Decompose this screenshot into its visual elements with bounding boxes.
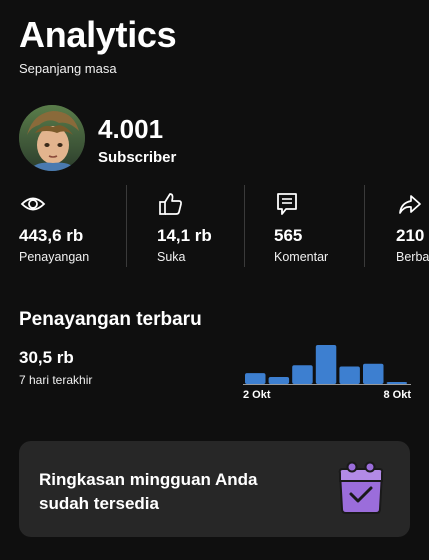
stats-row: 443,6 rb Penayangan 14,1 rb Suka 565 Kom… [0, 185, 429, 267]
subscriber-label: Subscriber [98, 149, 177, 166]
stat-divider [244, 185, 245, 267]
weekly-summary-card[interactable]: Ringkasan mingguan Anda sudah tersedia [19, 441, 410, 537]
subscriber-count: 4.001 [98, 114, 164, 144]
chart-bar [245, 373, 266, 384]
analytics-page: Analytics Sepanjang masa 4.001 Subscribe… [0, 0, 429, 560]
comment-icon [274, 191, 302, 217]
stat-comments[interactable]: 565 Komentar [255, 185, 373, 267]
stat-divider [364, 185, 365, 267]
stat-likes-label: Suka [157, 250, 186, 264]
recent-views-chart[interactable]: 2 Okt 8 Okt [243, 338, 411, 404]
chart-tick-label: 2 Okt [243, 389, 271, 401]
chart-bar [363, 363, 384, 384]
share-icon [396, 191, 424, 217]
recent-views-title: Penayangan terbaru [19, 309, 202, 330]
stat-shares[interactable]: 210 Berba [377, 185, 429, 267]
recent-views-period: 7 hari terakhir [19, 373, 93, 387]
stat-views-label: Penayangan [19, 250, 90, 264]
thumbs-up-icon [157, 191, 185, 217]
stat-shares-value: 210 [396, 226, 425, 245]
stat-comments-value: 565 [274, 226, 303, 245]
weekly-summary-text: Ringkasan mingguan Anda sudah tersedia [39, 470, 258, 513]
page-subtitle[interactable]: Sepanjang masa [19, 61, 117, 76]
stat-views-value: 443,6 rb [19, 226, 84, 245]
recent-views-value: 30,5 rb [19, 348, 74, 367]
chart-bar [386, 382, 408, 384]
weekly-summary-icon [334, 461, 388, 517]
chart-bar [268, 376, 290, 384]
eye-icon [19, 191, 47, 217]
channel-avatar[interactable] [19, 105, 85, 171]
chart-bar [292, 365, 313, 384]
stat-likes-value: 14,1 rb [157, 226, 212, 245]
stat-comments-label: Komentar [274, 250, 329, 264]
stat-divider [126, 185, 127, 267]
page-title: Analytics [19, 14, 177, 55]
stat-shares-label: Berba [396, 250, 429, 264]
chart-bar [339, 366, 360, 384]
chart-bar [315, 345, 337, 384]
stat-views[interactable]: 443,6 rb Penayangan [0, 185, 118, 267]
chart-tick-label: 8 Okt [383, 389, 411, 401]
stat-likes[interactable]: 14,1 rb Suka [138, 185, 256, 267]
